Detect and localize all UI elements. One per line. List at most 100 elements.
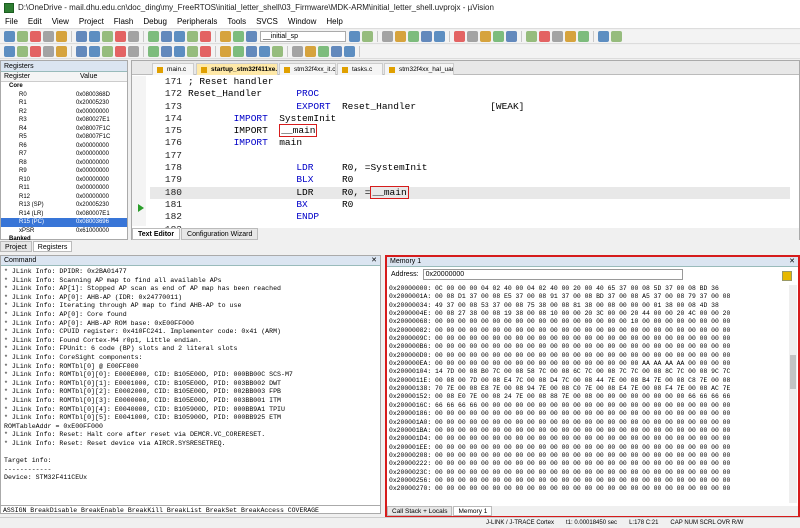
menu-help[interactable]: Help (321, 17, 347, 26)
address-input[interactable]: 0x20000000 (422, 269, 683, 280)
toolbar-button-icon[interactable] (89, 46, 100, 57)
file-tab[interactable]: stm32f4xx_it.c (279, 63, 336, 75)
memory-row[interactable]: 0x20000256: 00 00 00 00 00 00 00 00 00 0… (389, 477, 781, 485)
toolbar-button-icon[interactable] (17, 46, 28, 57)
symbol-field[interactable]: __initial_sp (260, 31, 346, 42)
register-value[interactable]: 0x00000000 (76, 108, 127, 117)
toolbar-button-icon[interactable] (611, 31, 622, 42)
toolbar-button-icon[interactable] (161, 46, 172, 57)
register-row[interactable]: Core (1, 82, 127, 91)
toolbar-button-icon[interactable] (598, 31, 609, 42)
register-row[interactable]: R12 0x00000000 (1, 193, 127, 202)
register-row[interactable]: R14 (LR) 0x080007E1 (1, 210, 127, 219)
toolbar-button-icon[interactable] (4, 31, 15, 42)
menu-view[interactable]: View (47, 17, 74, 26)
memory-row[interactable]: 0x20000000: 0C 00 00 00 04 02 40 00 04 0… (389, 285, 781, 293)
toolbar-button-icon[interactable] (89, 31, 100, 42)
register-value[interactable]: 0x08003696 (76, 218, 127, 227)
toolbar-button-icon[interactable] (382, 31, 393, 42)
editor-bottom-tab[interactable]: Configuration Wizard (181, 228, 259, 240)
toolbar-button-icon[interactable] (246, 31, 257, 42)
register-value[interactable]: 0x00000000 (76, 150, 127, 159)
toolbar-button-icon[interactable] (349, 31, 360, 42)
toolbar-button-icon[interactable] (30, 46, 41, 57)
toolbar-button-icon[interactable] (115, 31, 126, 42)
memory-row[interactable]: 0x200001EE: 00 00 00 00 00 00 00 00 00 0… (389, 444, 781, 452)
lock-icon[interactable] (782, 271, 792, 281)
menu-edit[interactable]: Edit (23, 17, 47, 26)
toolbar-button-icon[interactable] (578, 31, 589, 42)
toolbar-button-icon[interactable] (17, 31, 28, 42)
register-value[interactable]: 0x00000000 (76, 176, 127, 185)
menu-window[interactable]: Window (283, 17, 321, 26)
code-line[interactable]: 171; Reset handler (150, 76, 790, 89)
register-row[interactable]: R3 0x080027E1 (1, 116, 127, 125)
tab-registers[interactable]: Registers (32, 241, 73, 252)
register-row[interactable]: R15 (PC) 0x08003696 (1, 218, 127, 227)
register-value[interactable]: 0x20005230 (76, 99, 127, 108)
register-row[interactable]: xPSR 0x61000000 (1, 227, 127, 236)
code-line[interactable]: 177 (150, 149, 790, 163)
register-row[interactable]: R1 0x20005230 (1, 99, 127, 108)
toolbar-button-icon[interactable] (552, 31, 563, 42)
register-value[interactable] (76, 82, 127, 91)
toolbar-button-icon[interactable] (174, 46, 185, 57)
register-value[interactable]: 0x08007F1C (76, 125, 127, 134)
memory-bottom-tab[interactable]: Call Stack + Locals (387, 506, 453, 516)
register-column-header[interactable]: Register (1, 72, 77, 81)
toolbar-button-icon[interactable] (220, 46, 231, 57)
memory-row[interactable]: 0x2000023C: 00 00 00 00 00 00 00 00 00 0… (389, 469, 781, 477)
scrollbar-thumb[interactable] (790, 355, 796, 389)
menu-project[interactable]: Project (74, 17, 109, 26)
file-tab[interactable]: stm32f4xx_hal_uart.c (384, 63, 454, 75)
file-tab[interactable]: startup_stm32f411xe.s (196, 63, 278, 75)
toolbar-button-icon[interactable] (272, 46, 283, 57)
toolbar-button-icon[interactable] (56, 31, 67, 42)
register-row[interactable]: R4 0x08007F1C (1, 125, 127, 134)
memory-row[interactable]: 0x20000068: 00 00 00 00 00 00 00 00 00 0… (389, 318, 781, 326)
close-icon[interactable]: ✕ (789, 257, 795, 267)
register-row[interactable]: R7 0x00000000 (1, 150, 127, 159)
register-row[interactable]: R0 0x0800368D (1, 91, 127, 100)
toolbar-button-icon[interactable] (56, 46, 67, 57)
toolbar-button-icon[interactable] (174, 31, 185, 42)
editor-gutter[interactable] (132, 76, 146, 226)
toolbar-button-icon[interactable] (565, 31, 576, 42)
menu-tools[interactable]: Tools (222, 17, 251, 26)
memory-row[interactable]: 0x20000104: 14 7D 00 08 B0 7C 00 08 58 7… (389, 368, 781, 376)
register-value[interactable]: 0x20005230 (76, 201, 127, 210)
memory-row[interactable]: 0x200001BA: 00 00 00 00 00 00 00 00 00 0… (389, 427, 781, 435)
tab-project[interactable]: Project (0, 241, 32, 252)
memory-row[interactable]: 0x200001D4: 00 00 00 00 00 00 00 00 00 0… (389, 435, 781, 443)
toolbar-button-icon[interactable] (76, 31, 87, 42)
toolbar-button-icon[interactable] (187, 46, 198, 57)
toolbar-button-icon[interactable] (246, 46, 257, 57)
toolbar-button-icon[interactable] (148, 46, 159, 57)
toolbar-button-icon[interactable] (526, 31, 537, 42)
file-tab[interactable]: tasks.c (337, 63, 383, 75)
register-row[interactable]: R8 0x00000000 (1, 159, 127, 168)
register-value[interactable]: 0x08007F1C (76, 133, 127, 142)
code-line[interactable]: 179 BLX R0 (150, 174, 790, 187)
toolbar-button-icon[interactable] (233, 31, 244, 42)
toolbar-button-icon[interactable] (408, 31, 419, 42)
menu-debug[interactable]: Debug (138, 17, 172, 26)
memory-scrollbar[interactable] (789, 285, 797, 503)
toolbar-button-icon[interactable] (128, 46, 139, 57)
close-icon[interactable]: ✕ (371, 256, 377, 266)
register-value[interactable]: 0x00000000 (76, 193, 127, 202)
memory-bottom-tab[interactable]: Memory 1 (453, 506, 493, 516)
register-value[interactable]: 0x080027E1 (76, 116, 127, 125)
toolbar-button-icon[interactable] (292, 46, 303, 57)
memory-row[interactable]: 0x20000082: 00 00 00 00 00 00 00 00 00 0… (389, 327, 781, 335)
toolbar-button-icon[interactable] (318, 46, 329, 57)
toolbar-button-icon[interactable] (344, 46, 355, 57)
file-tab[interactable]: main.c (152, 63, 194, 75)
memory-row[interactable]: 0x2000009C: 00 00 00 00 00 00 00 00 00 0… (389, 335, 781, 343)
memory-row[interactable]: 0x200001A0: 00 00 00 00 00 00 00 00 00 0… (389, 419, 781, 427)
toolbar-button-icon[interactable] (506, 31, 517, 42)
memory-row[interactable]: 0x2000016C: 66 66 66 66 00 00 00 00 00 0… (389, 402, 781, 410)
memory-row[interactable]: 0x200000EA: 00 00 00 00 00 00 00 00 00 0… (389, 360, 781, 368)
command-input[interactable]: ASSIGN BreakDisable BreakEnable BreakKil… (0, 505, 381, 514)
memory-row[interactable]: 0x20000208: 00 00 00 00 00 00 00 00 00 0… (389, 452, 781, 460)
